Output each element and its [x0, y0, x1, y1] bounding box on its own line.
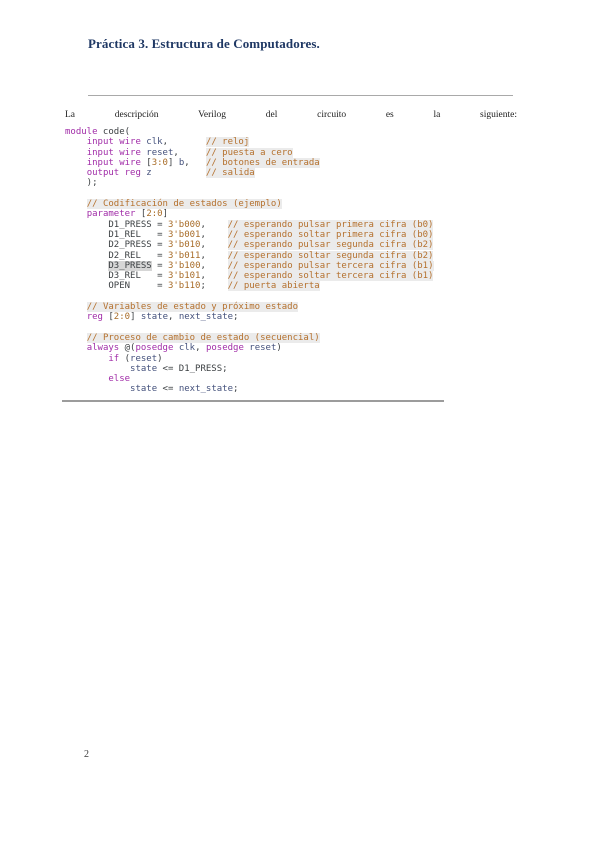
code-line: else: [65, 374, 434, 384]
pdf-page: { "page": { "title": "Práctica 3. Estruc…: [0, 0, 600, 848]
code-line: output reg z // salida: [65, 168, 434, 178]
intro-paragraph: La descripción Verilog del circuito es l…: [65, 110, 517, 120]
code-line: input wire clk, // reloj: [65, 137, 434, 147]
code-line: // Proceso de cambio de estado (secuenci…: [65, 333, 434, 343]
code-line: );: [65, 178, 434, 188]
code-line: D3_PRESS = 3'b100, // esperando pulsar t…: [65, 261, 434, 271]
page-number: 2: [84, 749, 89, 760]
code-block: module code( input wire clk, // reloj in…: [65, 127, 434, 395]
code-bottom-rule: [62, 400, 444, 402]
code-line: module code(: [65, 127, 434, 137]
header-rule: [88, 95, 513, 96]
code-line: state <= next_state;: [65, 384, 434, 394]
code-line: [65, 189, 434, 199]
code-line: parameter [2:0]: [65, 209, 434, 219]
code-line: OPEN = 3'b110; // puerta abierta: [65, 281, 434, 291]
code-line: if (reset): [65, 354, 434, 364]
code-line: D1_REL = 3'b001, // esperando soltar pri…: [65, 230, 434, 240]
code-line: D1_PRESS = 3'b000, // esperando pulsar p…: [65, 220, 434, 230]
code-line: D2_PRESS = 3'b010, // esperando pulsar s…: [65, 240, 434, 250]
code-line: input wire reset, // puesta a cero: [65, 148, 434, 158]
code-line: D2_REL = 3'b011, // esperando soltar seg…: [65, 251, 434, 261]
code-line: always @(posedge clk, posedge reset): [65, 343, 434, 353]
code-line: [65, 323, 434, 333]
code-line: [65, 292, 434, 302]
code-line: // Codificación de estados (ejemplo): [65, 199, 434, 209]
code-line: // Variables de estado y próximo estado: [65, 302, 434, 312]
code-line: input wire [3:0] b, // botones de entrad…: [65, 158, 434, 168]
page-title: Práctica 3. Estructura de Computadores.: [88, 36, 320, 52]
code-line: state <= D1_PRESS;: [65, 364, 434, 374]
code-line: reg [2:0] state, next_state;: [65, 312, 434, 322]
code-line: D3_REL = 3'b101, // esperando soltar ter…: [65, 271, 434, 281]
